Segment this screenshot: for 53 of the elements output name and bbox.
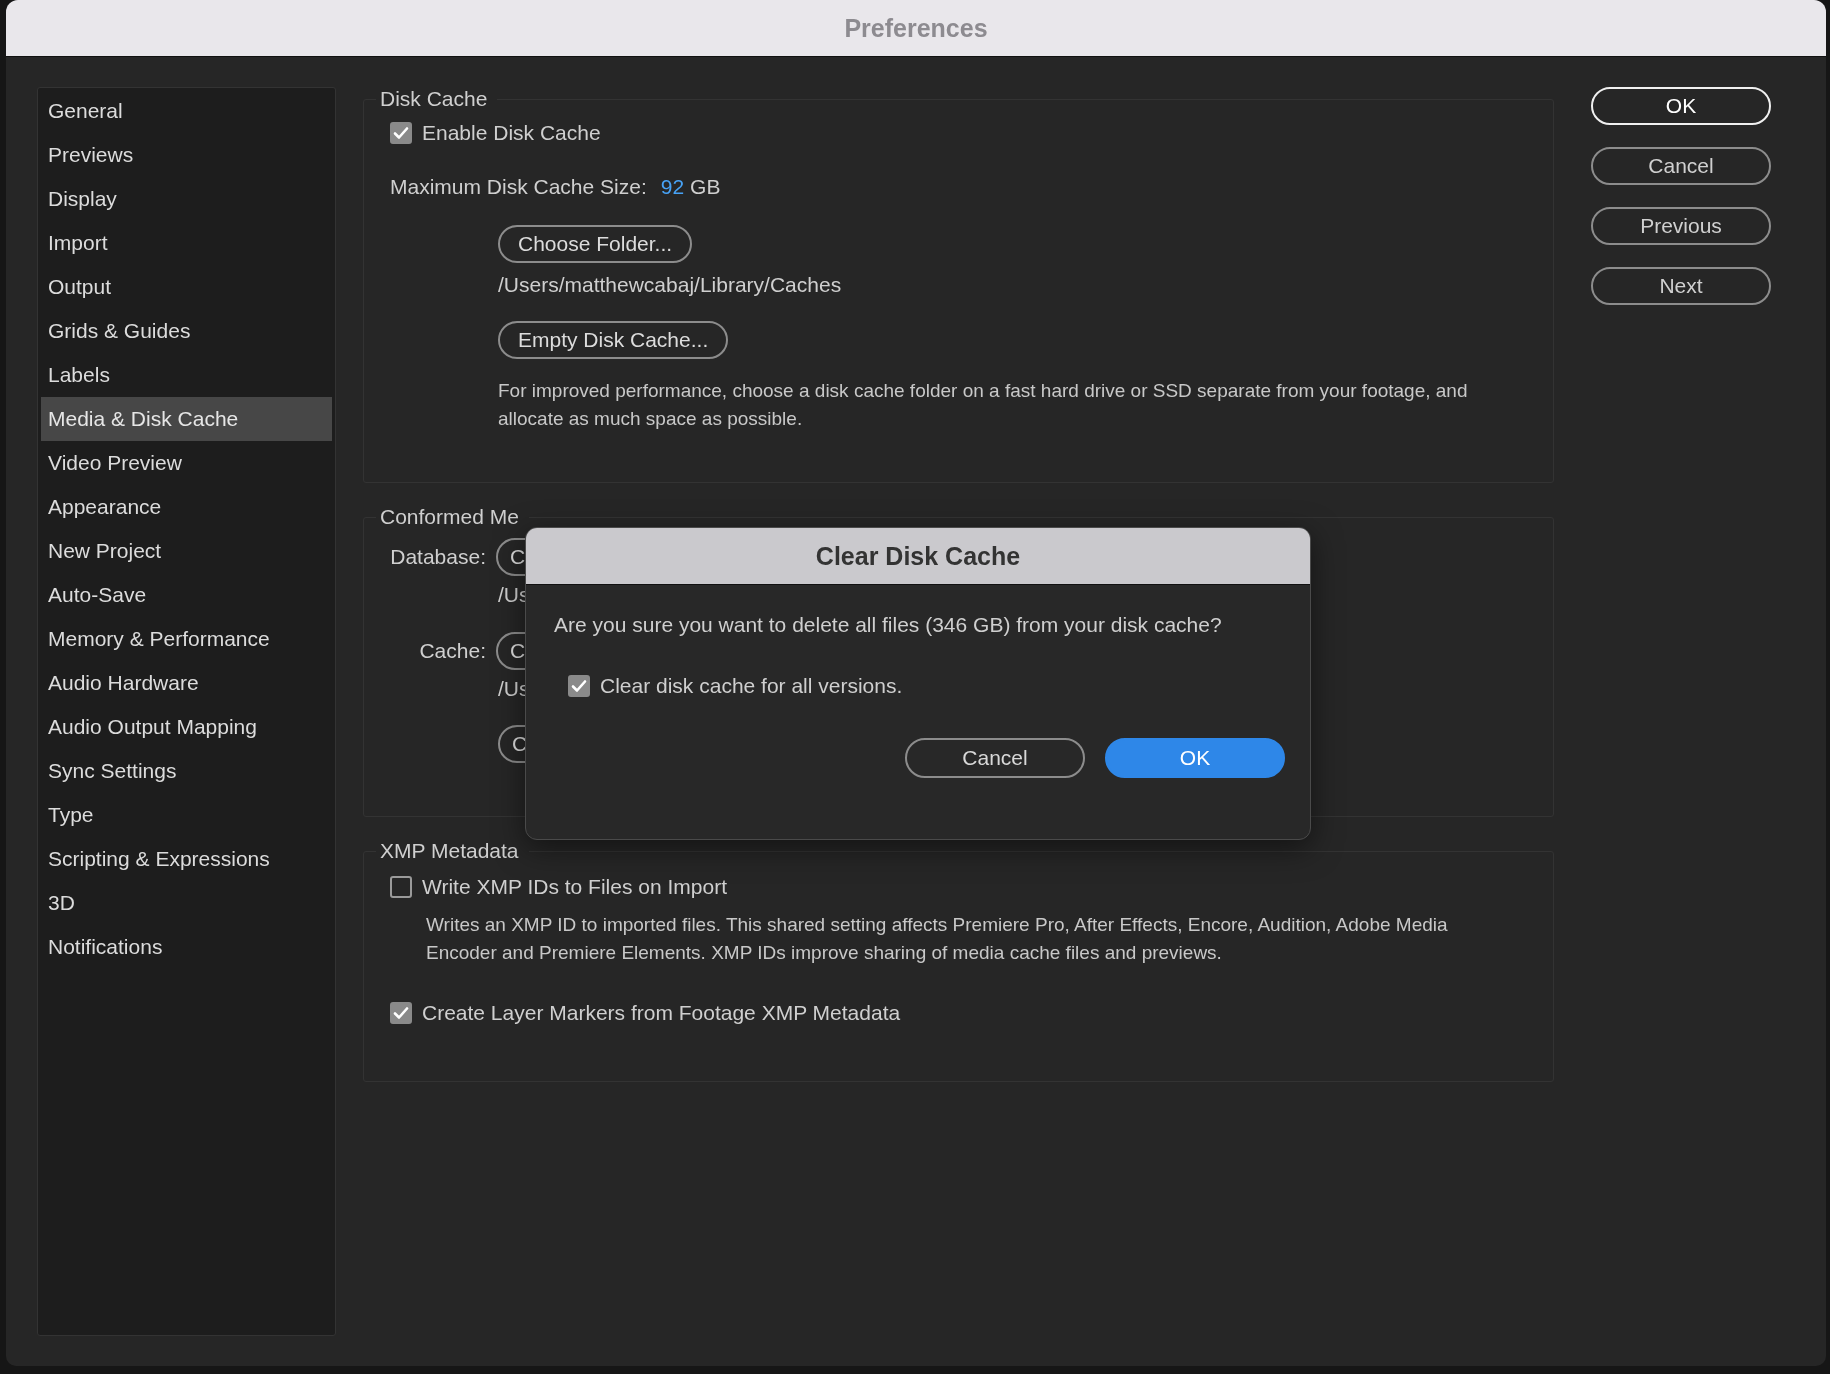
sidebar-item[interactable]: Audio Output Mapping — [41, 705, 332, 749]
dialog-button[interactable]: Cancel — [1591, 147, 1771, 185]
folder-path: /Users/matthewcabaj/Library/Caches — [498, 273, 842, 296]
dialog-button[interactable]: OK — [1105, 738, 1285, 778]
sidebar-item[interactable]: Display — [41, 177, 332, 221]
group-title: Disk Cache — [379, 87, 489, 111]
checkbox-label: Create Layer Markers from Footage XMP Metadata — [422, 1001, 901, 1025]
empty-cache-button[interactable]: Empty Disk Cache... — [498, 321, 729, 359]
checkbox-label: Write XMP IDs to Files on Import — [422, 875, 727, 899]
field-label: Database: — [390, 545, 486, 569]
checkbox-label: Clear disk cache for all versions. — [600, 674, 903, 698]
dialog-button[interactable]: Next — [1591, 267, 1771, 305]
dialog-message: Are you sure you want to delete all files (346 GB) from your disk cache? — [554, 613, 1223, 637]
sidebar-item[interactable]: Memory & Performance — [41, 617, 332, 661]
sidebar-item[interactable]: Auto-Save — [41, 573, 332, 617]
help-text: For improved performance, choose a disk cache folder on a fast hard drive or SSD separate from your footage, and allocate as much space as possible. — [498, 379, 1469, 431]
sidebar-item[interactable]: Import — [41, 221, 332, 265]
check-icon — [393, 126, 409, 140]
sidebar-item[interactable]: General — [41, 89, 332, 133]
checkbox[interactable] — [390, 122, 412, 144]
choose-folder-button[interactable]: Choose Folder... — [498, 225, 693, 263]
check-icon — [571, 679, 587, 693]
sidebar-item[interactable]: Video Preview — [41, 441, 332, 485]
sidebar-item[interactable]: Scripting & Expressions — [41, 837, 332, 881]
help-text: Writes an XMP ID to imported files. This shared setting affects Premiere Pro, After Effects, Encore, Audition, Adobe Media Encoder and Premiere Elements. XMP IDs improve sharing of media cache files and previews. — [426, 913, 1449, 965]
group-title: Conformed Me — [379, 505, 520, 529]
sidebar-item[interactable]: 3D — [41, 881, 332, 925]
sidebar-item[interactable]: Notifications — [41, 925, 332, 969]
sidebar-item[interactable]: Output — [41, 265, 332, 309]
sidebar-item[interactable]: Audio Hardware — [41, 661, 332, 705]
sidebar-item[interactable]: New Project — [41, 529, 332, 573]
dialog-button[interactable]: Cancel — [905, 738, 1085, 778]
group-title: XMP Metadata — [379, 839, 520, 863]
unit-label: GB — [690, 175, 721, 199]
window-title: Preferences — [844, 13, 988, 43]
size-value[interactable]: 92 — [660, 175, 685, 199]
sidebar-item[interactable]: Grids & Guides — [41, 309, 332, 353]
sidebar-item[interactable]: Type — [41, 793, 332, 837]
sidebar-item[interactable]: Labels — [41, 353, 332, 397]
sidebar-item[interactable]: Media & Disk Cache — [41, 397, 332, 441]
checkbox-label: Enable Disk Cache — [422, 121, 601, 145]
checkbox[interactable] — [390, 876, 412, 898]
field-label: Maximum Disk Cache Size: — [390, 175, 647, 199]
sidebar-item[interactable]: Previews — [41, 133, 332, 177]
sidebar-item[interactable]: Sync Settings — [41, 749, 332, 793]
field-label: Cache: — [419, 639, 486, 663]
dialog-title: Clear Disk Cache — [815, 541, 1021, 571]
sidebar-item[interactable]: Appearance — [41, 485, 332, 529]
checkbox[interactable] — [390, 1002, 412, 1024]
dialog-button[interactable]: Previous — [1591, 207, 1771, 245]
check-icon — [393, 1006, 409, 1020]
checkbox[interactable] — [568, 675, 590, 697]
dialog-button[interactable]: OK — [1591, 87, 1771, 125]
